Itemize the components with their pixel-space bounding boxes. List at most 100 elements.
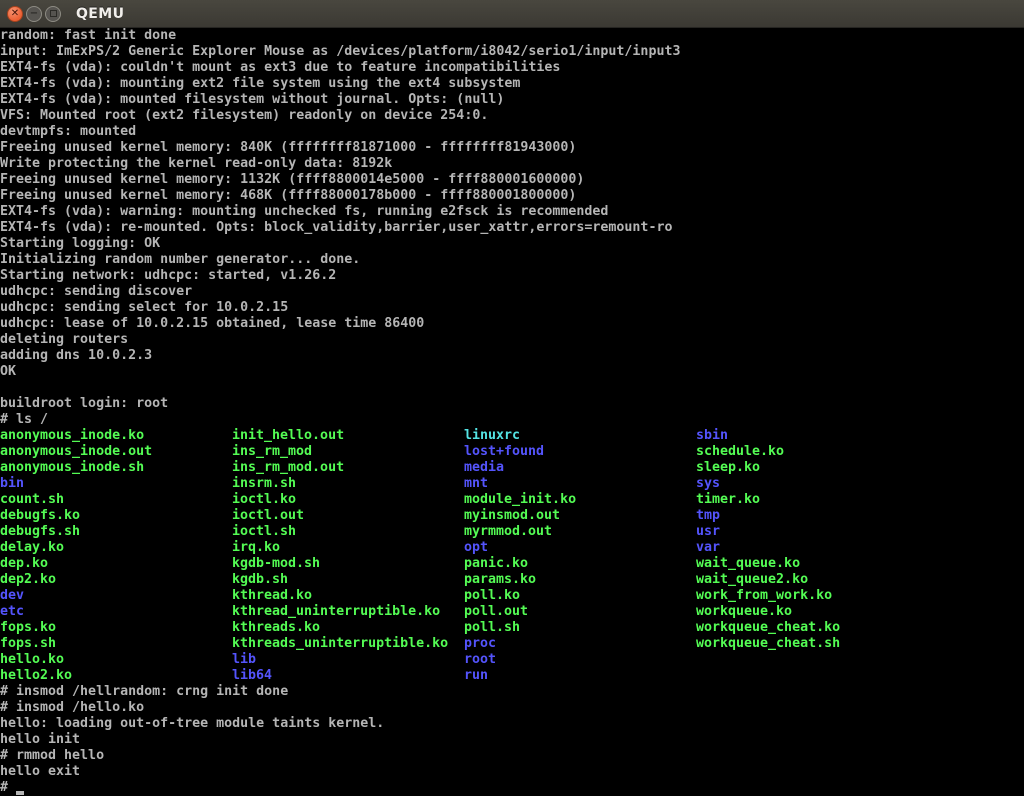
terminal-line: bininsrm.shmntsys [0, 476, 1024, 492]
terminal-line: Freeing unused kernel memory: 1132K (fff… [0, 172, 1024, 188]
ls-entry: opt [464, 540, 488, 556]
minimize-icon: − [30, 9, 38, 19]
ls-entry: var [696, 540, 720, 556]
close-icon: ✕ [11, 9, 19, 19]
ls-entry: lost+found [464, 444, 544, 460]
terminal-text: buildroot login: root [0, 396, 168, 412]
ls-entry: ioctl.sh [232, 524, 296, 540]
terminal-text: # insmod /hellrandom: crng init done [0, 684, 288, 700]
ls-entry: init_hello.out [232, 428, 344, 444]
ls-entry: usr [696, 524, 720, 540]
ls-entry: timer.ko [696, 492, 760, 508]
terminal-line: Starting logging: OK [0, 236, 1024, 252]
ls-entry: sleep.ko [696, 460, 760, 476]
terminal-text: # insmod /hello.ko [0, 700, 144, 716]
terminal-line: etckthread_uninterruptible.kopoll.outwor… [0, 604, 1024, 620]
ls-entry: mnt [464, 476, 488, 492]
ls-entry: dev [0, 588, 24, 604]
ls-entry: anonymous_inode.ko [0, 428, 144, 444]
terminal-line: Write protecting the kernel read-only da… [0, 156, 1024, 172]
terminal-text: devtmpfs: mounted [0, 124, 136, 140]
terminal-text: Initializing random number generator... … [0, 252, 360, 268]
ls-entry: kthreads_uninterruptible.ko [232, 636, 448, 652]
terminal-text: random: fast init done [0, 28, 176, 44]
ls-entry: insrm.sh [232, 476, 296, 492]
ls-entry: anonymous_inode.sh [0, 460, 144, 476]
minimize-button[interactable]: − [26, 6, 42, 22]
terminal-text: Starting logging: OK [0, 236, 160, 252]
terminal-line: udhcpc: lease of 10.0.2.15 obtained, lea… [0, 316, 1024, 332]
qemu-window: ✕ − QEMU random: fast init doneinput: Im… [0, 0, 1024, 796]
terminal-line: EXT4-fs (vda): re-mounted. Opts: block_v… [0, 220, 1024, 236]
ls-entry: hello2.ko [0, 668, 72, 684]
ls-entry: sbin [696, 428, 728, 444]
ls-entry: fops.sh [0, 636, 56, 652]
terminal-text: Write protecting the kernel read-only da… [0, 156, 392, 172]
ls-entry: dep.ko [0, 556, 48, 572]
terminal-cursor[interactable] [16, 791, 24, 795]
ls-entry: root [464, 652, 496, 668]
terminal-line: # rmmod hello [0, 748, 1024, 764]
terminal-line: dep2.kokgdb.shparams.kowait_queue2.ko [0, 572, 1024, 588]
ls-entry: kthreads.ko [232, 620, 320, 636]
window-title: QEMU [76, 6, 124, 22]
terminal-line: hello.kolibroot [0, 652, 1024, 668]
terminal-text: hello: loading out-of-tree module taints… [0, 716, 384, 732]
terminal-line: anonymous_inode.outins_rm_modlost+founds… [0, 444, 1024, 460]
terminal-line: deleting routers [0, 332, 1024, 348]
ls-entry: debugfs.ko [0, 508, 80, 524]
terminal-line: OK [0, 364, 1024, 380]
ls-entry: ins_rm_mod.out [232, 460, 344, 476]
maximize-button[interactable] [45, 6, 61, 22]
terminal-line: dep.ko kgdb-mod.sh panic.ko wait_queue.ko [0, 556, 1024, 572]
ls-entry: kgdb-mod.sh [232, 556, 320, 572]
terminal-line: hello2.kolib64run [0, 668, 1024, 684]
terminal-line: Freeing unused kernel memory: 840K (ffff… [0, 140, 1024, 156]
terminal-line: EXT4-fs (vda): couldn't mount as ext3 du… [0, 60, 1024, 76]
ls-entry: media [464, 460, 504, 476]
terminal-line [0, 380, 1024, 396]
terminal-line: # insmod /hellrandom: crng init done [0, 684, 1024, 700]
terminal-line: fops.shkthreads_uninterruptible.koprocwo… [0, 636, 1024, 652]
ls-entry: wait_queue.ko [696, 556, 800, 572]
ls-entry: ioctl.ko [232, 492, 296, 508]
terminal-line: debugfs.koioctl.outmyinsmod.outtmp [0, 508, 1024, 524]
window-titlebar: ✕ − QEMU [0, 0, 1024, 28]
ls-entry: debugfs.sh [0, 524, 80, 540]
ls-entry: workqueue_cheat.ko [696, 620, 840, 636]
ls-entry: sys [696, 476, 720, 492]
terminal-line: Starting network: udhcpc: started, v1.26… [0, 268, 1024, 284]
terminal-screen[interactable]: random: fast init doneinput: ImExPS/2 Ge… [0, 28, 1024, 796]
terminal-text: EXT4-fs (vda): mounted filesystem withou… [0, 92, 504, 108]
terminal-text: adding dns 10.0.2.3 [0, 348, 152, 364]
terminal-text: hello init [0, 732, 80, 748]
terminal-text: # [0, 780, 16, 796]
ls-entry: lib64 [232, 668, 272, 684]
terminal-line: hello: loading out-of-tree module taints… [0, 716, 1024, 732]
terminal-line: anonymous_inode.sh ins_rm_mod.out media sle… [0, 460, 1024, 476]
terminal-text: udhcpc: sending discover [0, 284, 192, 300]
terminal-line: hello init [0, 732, 1024, 748]
ls-entry: proc [464, 636, 496, 652]
ls-entry: workqueue.ko [696, 604, 792, 620]
ls-entry: myinsmod.out [464, 508, 560, 524]
ls-entry: kthread.ko [232, 588, 312, 604]
terminal-line: # insmod /hello.ko [0, 700, 1024, 716]
ls-entry: anonymous_inode.out [0, 444, 152, 460]
terminal-text: input: ImExPS/2 Generic Explorer Mouse a… [0, 44, 680, 60]
terminal-line: input: ImExPS/2 Generic Explorer Mouse a… [0, 44, 1024, 60]
close-button[interactable]: ✕ [7, 6, 23, 22]
terminal-line: EXT4-fs (vda): mounted filesystem withou… [0, 92, 1024, 108]
ls-entry: wait_queue2.ko [696, 572, 808, 588]
ls-entry: work_from_work.ko [696, 588, 832, 604]
terminal-line: Freeing unused kernel memory: 468K (ffff… [0, 188, 1024, 204]
ls-entry: panic.ko [464, 556, 528, 572]
terminal-text: EXT4-fs (vda): warning: mounting uncheck… [0, 204, 608, 220]
ls-entry: fops.ko [0, 620, 56, 636]
ls-entry: poll.ko [464, 588, 520, 604]
maximize-icon [50, 10, 57, 17]
terminal-line: dev kthread.ko poll.ko work_from_work.ko [0, 588, 1024, 604]
terminal-line: devtmpfs: mounted [0, 124, 1024, 140]
terminal-text: hello exit [0, 764, 80, 780]
ls-entry: kgdb.sh [232, 572, 288, 588]
